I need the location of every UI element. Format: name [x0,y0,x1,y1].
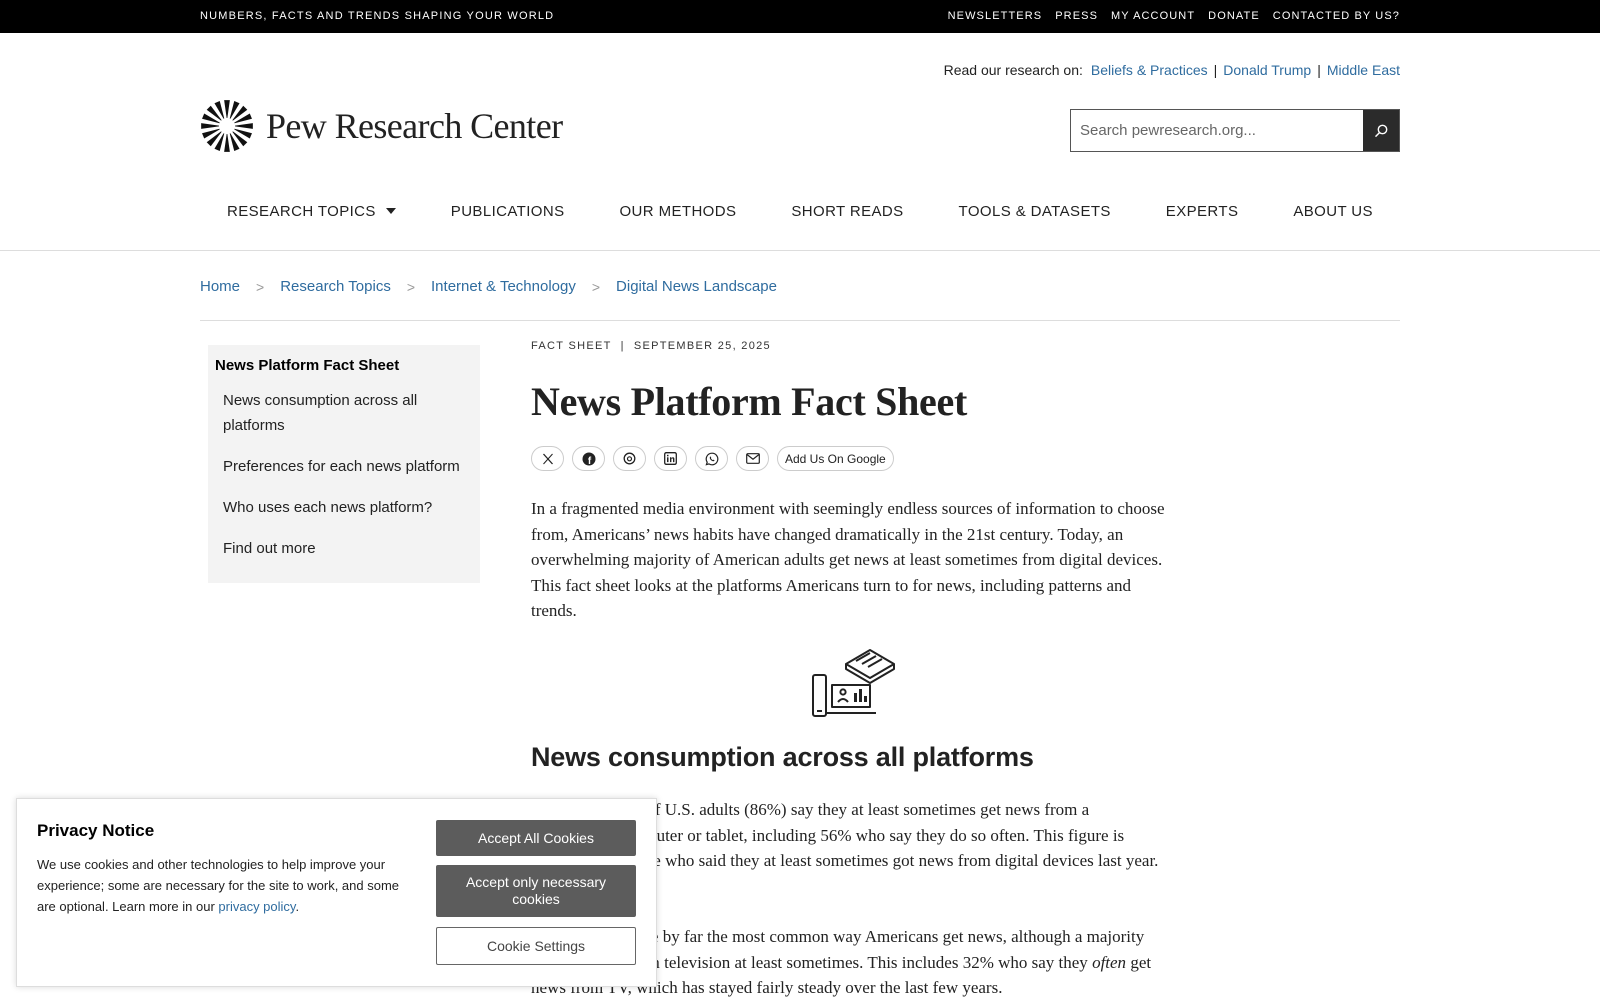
logo-ray [224,100,230,119]
nav-publications[interactable]: PUBLICATIONS [451,196,565,226]
research-topics-bar: Read our research on: Beliefs & Practice… [944,62,1400,78]
beliefs-practices-link[interactable]: Beliefs & Practices [1091,62,1208,78]
nav-our-methods[interactable]: OUR METHODS [619,196,736,226]
nav-research-topics[interactable]: RESEARCH TOPICS [227,196,396,226]
breadcrumb: Home > Research Topics > Internet & Tech… [200,278,777,295]
search-button[interactable] [1363,110,1399,151]
whatsapp-icon [704,452,718,465]
research-on-label: Read our research on: [943,62,1083,78]
breadcrumb-research-topics[interactable]: Research Topics [280,278,391,295]
share-whatsapp-button[interactable] [695,446,728,471]
tagline: NUMBERS, FACTS AND TRENDS SHAPING YOUR W… [200,10,555,22]
cookie-end: . [295,899,300,914]
breadcrumb-internet-technology[interactable]: Internet & Technology [431,278,576,295]
logo-text: Pew Research Center [266,106,563,146]
cookie-text: We use cookies and other technologies to… [37,854,415,917]
breadcrumb-separator: > [406,278,416,295]
divider: | [1317,62,1321,78]
toc-item-find-out-more[interactable]: Find out more [223,536,472,561]
nav-experts[interactable]: EXPERTS [1166,196,1239,226]
search-icon [1374,124,1388,137]
contacted-by-us-link[interactable]: CONTACTED BY US? [1273,10,1400,22]
page-title: News Platform Fact Sheet [531,379,967,424]
linkedin-icon [664,452,677,465]
nav-about-us[interactable]: ABOUT US [1293,196,1373,226]
article-date: SEPTEMBER 25, 2025 [633,340,771,352]
middle-east-link[interactable]: Middle East [1327,62,1400,78]
section-title: News consumption across all platforms [531,742,1034,772]
cookie-settings-button[interactable]: Cookie Settings [436,927,636,965]
toc-item-news-consumption[interactable]: News consumption across all platforms [223,388,433,438]
main-nav: RESEARCH TOPICS PUBLICATIONS OUR METHODS… [200,196,1400,226]
top-bar: NUMBERS, FACTS AND TRENDS SHAPING YOUR W… [0,0,1600,33]
news-devices-icon [812,649,895,717]
add-us-on-google-button[interactable]: Add Us On Google [777,446,894,471]
share-threads-button[interactable] [613,446,646,471]
share-email-button[interactable] [736,446,769,471]
email-icon [745,453,760,464]
chevron-down-icon [385,208,396,214]
article-meta: FACT SHEET | SEPTEMBER 25, 2025 [531,340,771,352]
breadcrumb-separator: > [256,278,265,295]
site-logo[interactable]: Pew Research Center [200,99,563,153]
body-text-emphasis: often [1092,952,1127,972]
share-linkedin-button[interactable] [654,446,687,471]
donald-trump-link[interactable]: Donald Trump [1223,62,1311,78]
donate-link[interactable]: DONATE [1208,10,1260,22]
meta-divider: | [620,340,625,352]
intro-paragraph: In a fragmented media environment with s… [531,499,1165,621]
cookie-banner: Privacy Notice We use cookies and other … [16,798,657,987]
press-link[interactable]: PRESS [1055,10,1098,22]
share-bar: f Add Us On Google [531,446,894,471]
breadcrumb-divider [200,320,1400,321]
my-account-link[interactable]: MY ACCOUNT [1111,10,1195,22]
divider: | [1213,62,1218,78]
nav-divider [0,250,1600,251]
article-type: FACT SHEET [531,340,612,352]
top-links: NEWSLETTERS PRESS MY ACCOUNT DONATE CONT… [948,10,1400,22]
newsletters-link[interactable]: NEWSLETTERS [948,10,1043,22]
table-of-contents: News Platform Fact Sheet News consumptio… [208,345,480,583]
threads-icon [623,452,636,465]
cookie-title: Privacy Notice [37,821,155,840]
search-box [1070,109,1400,152]
share-facebook-button[interactable]: f [572,446,605,471]
pew-sunburst-icon [201,100,253,152]
nav-label: RESEARCH TOPICS [227,202,376,220]
toc-item-preferences[interactable]: Preferences for each news platform [223,454,472,479]
logo-ray [201,123,220,129]
breadcrumb-digital-news-landscape[interactable]: Digital News Landscape [616,278,777,295]
privacy-policy-link[interactable]: privacy policy [218,899,295,914]
accept-all-cookies-button[interactable]: Accept All Cookies [436,820,636,856]
share-x-button[interactable] [531,446,564,471]
x-icon [542,453,553,464]
search-input[interactable] [1071,110,1363,151]
logo-ray [234,123,253,129]
toc-title: News Platform Fact Sheet [215,357,400,374]
accept-necessary-cookies-button[interactable]: Accept only necessary cookies [436,865,636,917]
logo-ray [224,133,230,152]
breadcrumb-separator: > [591,278,601,295]
facebook-icon: f [582,452,595,466]
nav-short-reads[interactable]: SHORT READS [791,196,903,226]
nav-tools-datasets[interactable]: TOOLS & DATASETS [959,196,1111,226]
toc-item-who-uses[interactable]: Who uses each news platform? [223,495,472,520]
breadcrumb-home[interactable]: Home [200,278,240,295]
